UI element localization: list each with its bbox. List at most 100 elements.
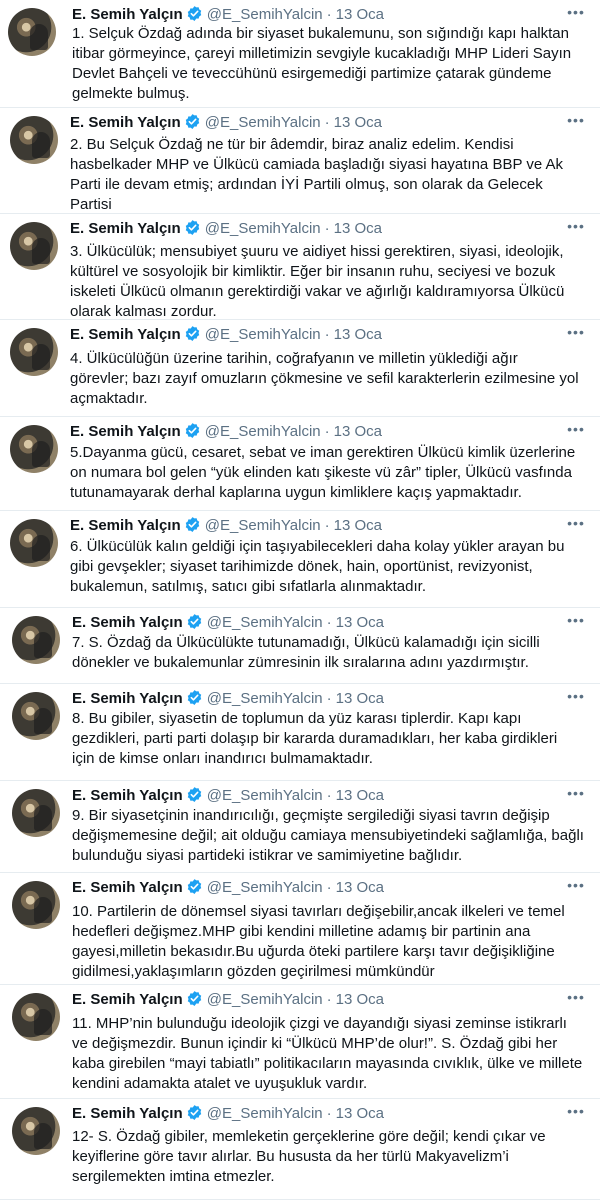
tweet[interactable]: E. Semih Yalçın @E_SemihYalcin · 13 Oca ••… — [0, 320, 600, 417]
separator: · — [326, 6, 332, 23]
tweet[interactable]: E. Semih Yalçın @E_SemihYalcin · 13 Oca ••… — [0, 684, 600, 781]
author-name[interactable]: E. Semih Yalçın — [72, 6, 183, 23]
tweet-date[interactable]: 13 Oca — [336, 879, 384, 896]
tweet-date[interactable]: 13 Oca — [336, 614, 384, 631]
tweet[interactable]: E. Semih Yalçın @E_SemihYalcin · 13 Oca ••… — [0, 608, 600, 684]
avatar[interactable] — [12, 881, 60, 929]
more-options-icon[interactable]: ••• — [566, 218, 586, 234]
verified-badge-icon — [185, 517, 199, 532]
tweet-date[interactable]: 13 Oca — [334, 220, 382, 237]
author-handle[interactable]: @E_SemihYalcin — [207, 879, 323, 896]
tweet-text: 9. Bir siyasetçinin inandırıcılığı, geçm… — [72, 807, 584, 864]
more-options-icon[interactable]: ••• — [566, 989, 586, 1005]
more-options-icon[interactable]: ••• — [566, 612, 586, 628]
tweet[interactable]: E. Semih Yalçın @E_SemihYalcin · 13 Oca ••… — [0, 985, 600, 1099]
more-options-icon[interactable]: ••• — [566, 877, 586, 893]
tweet-date[interactable]: 13 Oca — [334, 114, 382, 131]
verified-badge-icon — [185, 220, 199, 235]
tweet-date[interactable]: 13 Oca — [334, 423, 382, 440]
author-handle[interactable]: @E_SemihYalcin — [207, 1105, 323, 1122]
author-handle[interactable]: @E_SemihYalcin — [207, 787, 323, 804]
separator: · — [324, 326, 330, 343]
separator: · — [326, 1105, 332, 1122]
author-handle[interactable]: @E_SemihYalcin — [205, 423, 321, 440]
tweet-header: E. Semih Yalçın @E_SemihYalcin · 13 Oca — [70, 324, 382, 346]
author-name[interactable]: E. Semih Yalçın — [72, 991, 183, 1008]
avatar[interactable] — [12, 692, 60, 740]
avatar[interactable] — [10, 425, 58, 473]
tweet-text: 6. Ülkücülük kalın geldiği için taşıyabi… — [70, 538, 565, 595]
tweet[interactable]: E. Semih Yalçın @E_SemihYalcin · 13 Oca ••… — [0, 781, 600, 873]
tweet-header: E. Semih Yalçın @E_SemihYalcin · 13 Oca — [70, 112, 382, 134]
tweet-header: E. Semih Yalçın @E_SemihYalcin · 13 Oca — [72, 1103, 384, 1125]
avatar[interactable] — [12, 1107, 60, 1155]
verified-badge-icon — [185, 423, 199, 438]
verified-badge-icon — [187, 1105, 201, 1120]
tweet-date[interactable]: 13 Oca — [336, 787, 384, 804]
author-name[interactable]: E. Semih Yalçın — [70, 114, 181, 131]
tweet-header: E. Semih Yalçın @E_SemihYalcin · 13 Oca — [70, 515, 382, 537]
verified-badge-icon — [185, 114, 199, 129]
separator: · — [326, 690, 332, 707]
tweet-date[interactable]: 13 Oca — [336, 6, 384, 23]
avatar[interactable] — [12, 993, 60, 1041]
more-options-icon[interactable]: ••• — [566, 785, 586, 801]
author-name[interactable]: E. Semih Yalçın — [72, 690, 183, 707]
author-handle[interactable]: @E_SemihYalcin — [207, 614, 323, 631]
author-name[interactable]: E. Semih Yalçın — [72, 787, 183, 804]
tweet-text: 11. MHP’nin bulunduğu ideolojik çizgi ve… — [72, 1015, 583, 1092]
tweet[interactable]: E. Semih Yalçın @E_SemihYalcin · 13 Oca ••… — [0, 417, 600, 511]
author-name[interactable]: E. Semih Yalçın — [72, 879, 183, 896]
author-name[interactable]: E. Semih Yalçın — [70, 220, 181, 237]
tweet[interactable]: E. Semih Yalçın @E_SemihYalcin · 13 Oca ••… — [0, 511, 600, 608]
separator: · — [324, 220, 330, 237]
tweet[interactable]: E. Semih Yalçın @E_SemihYalcin · 13 Oca ••… — [0, 873, 600, 985]
author-handle[interactable]: @E_SemihYalcin — [207, 690, 323, 707]
more-options-icon[interactable]: ••• — [566, 4, 586, 20]
tweet-text: 1. Selçuk Özdağ adında bir siyaset bukal… — [72, 25, 572, 102]
author-handle[interactable]: @E_SemihYalcin — [205, 114, 321, 131]
author-handle[interactable]: @E_SemihYalcin — [205, 220, 321, 237]
tweet[interactable]: E. Semih Yalçın @E_SemihYalcin · 13 Oca ••… — [0, 1099, 600, 1200]
tweet[interactable]: E. Semih Yalçın @E_SemihYalcin · 13 Oca ••… — [0, 0, 600, 108]
avatar[interactable] — [10, 222, 58, 270]
author-handle[interactable]: @E_SemihYalcin — [207, 991, 323, 1008]
more-options-icon[interactable]: ••• — [566, 515, 586, 531]
separator: · — [326, 614, 332, 631]
author-name[interactable]: E. Semih Yalçın — [70, 326, 181, 343]
more-options-icon[interactable]: ••• — [566, 1103, 586, 1119]
avatar[interactable] — [12, 789, 60, 837]
author-name[interactable]: E. Semih Yalçın — [72, 1105, 183, 1122]
avatar[interactable] — [8, 8, 56, 56]
tweet-date[interactable]: 13 Oca — [336, 1105, 384, 1122]
tweet-header: E. Semih Yalçın @E_SemihYalcin · 13 Oca — [72, 785, 384, 807]
more-options-icon[interactable]: ••• — [566, 112, 586, 128]
separator: · — [326, 879, 332, 896]
author-name[interactable]: E. Semih Yalçın — [70, 423, 181, 440]
more-options-icon[interactable]: ••• — [566, 421, 586, 437]
avatar[interactable] — [10, 328, 58, 376]
tweet-header: E. Semih Yalçın @E_SemihYalcin · 13 Oca — [72, 877, 384, 899]
tweet-text: 12- S. Özdağ gibiler, memleketin gerçekl… — [72, 1128, 546, 1185]
tweet-date[interactable]: 13 Oca — [336, 991, 384, 1008]
author-handle[interactable]: @E_SemihYalcin — [205, 517, 321, 534]
avatar[interactable] — [10, 116, 58, 164]
verified-badge-icon — [187, 991, 201, 1006]
author-handle[interactable]: @E_SemihYalcin — [205, 326, 321, 343]
author-handle[interactable]: @E_SemihYalcin — [207, 6, 323, 23]
tweet-date[interactable]: 13 Oca — [336, 690, 384, 707]
separator: · — [324, 114, 330, 131]
tweet-date[interactable]: 13 Oca — [334, 517, 382, 534]
more-options-icon[interactable]: ••• — [566, 324, 586, 340]
tweet[interactable]: E. Semih Yalçın @E_SemihYalcin · 13 Oca ••… — [0, 108, 600, 233]
avatar[interactable] — [12, 616, 60, 664]
tweet-header: E. Semih Yalçın @E_SemihYalcin · 13 Oca — [72, 989, 384, 1011]
tweet[interactable]: E. Semih Yalçın @E_SemihYalcin · 13 Oca ••… — [0, 214, 600, 320]
tweet-date[interactable]: 13 Oca — [334, 326, 382, 343]
more-options-icon[interactable]: ••• — [566, 688, 586, 704]
tweet-text: 10. Partilerin de dönemsel siyasi tavırl… — [72, 903, 565, 980]
tweet-header: E. Semih Yalçın @E_SemihYalcin · 13 Oca — [70, 218, 382, 240]
avatar[interactable] — [10, 519, 58, 567]
author-name[interactable]: E. Semih Yalçın — [72, 614, 183, 631]
author-name[interactable]: E. Semih Yalçın — [70, 517, 181, 534]
